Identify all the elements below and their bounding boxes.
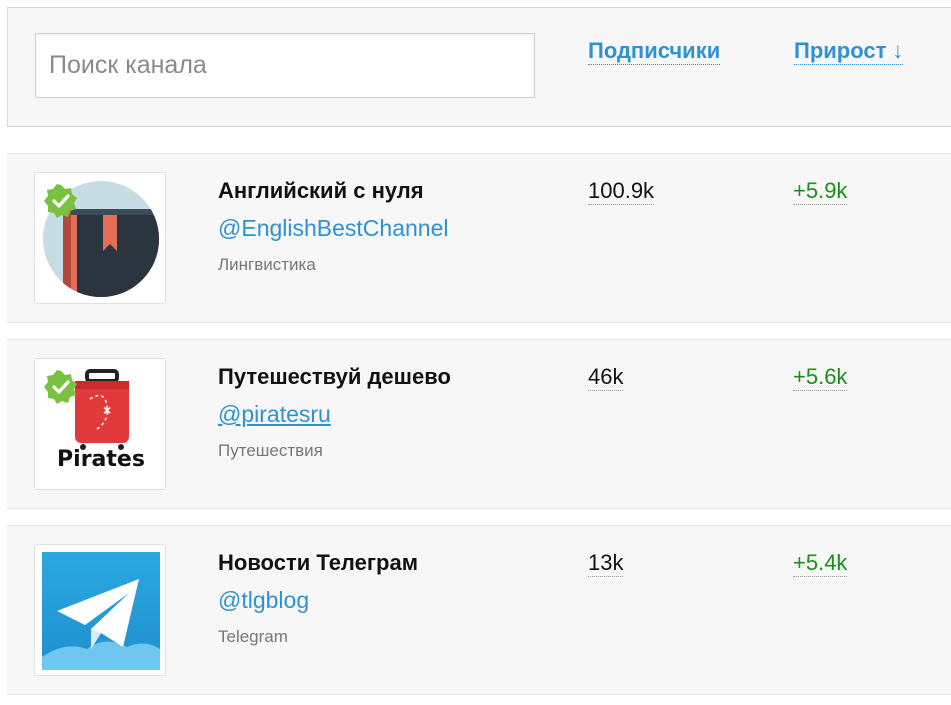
sort-down-arrow-icon: ↓ (892, 38, 904, 63)
channel-title[interactable]: Путешествуй дешево (218, 364, 451, 390)
pirates-logo-text: Pirates (57, 447, 145, 472)
channel-avatar[interactable] (34, 172, 166, 304)
search-input[interactable] (35, 33, 535, 98)
sort-growth-label: Прирост (794, 38, 887, 63)
channel-handle-link[interactable]: @tlgblog (218, 587, 309, 614)
channel-title[interactable]: Новости Телеграм (218, 550, 418, 576)
telegram-plane-icon (42, 552, 160, 670)
subscribers-count: 13k (588, 550, 624, 577)
search-header: Подписчики Прирост↓ (7, 7, 951, 127)
channel-avatar[interactable]: × Pirates (34, 358, 166, 490)
subscribers-count: 100.9k (588, 178, 655, 205)
subscribers-count: 46k (588, 364, 624, 391)
growth-value: +5.9k (793, 178, 848, 205)
verified-badge-icon (44, 184, 77, 218)
channel-category[interactable]: Лингвистика (218, 255, 316, 275)
sort-subscribers-link[interactable]: Подписчики (588, 38, 721, 65)
channel-category[interactable]: Путешествия (218, 441, 323, 461)
verified-badge-icon (44, 370, 77, 404)
channel-title[interactable]: Английский с нуля (218, 178, 424, 204)
channel-handle-link[interactable]: @piratesru (218, 401, 331, 428)
channel-row[interactable]: × Pirates Путешествуй дешево @piratesru … (7, 339, 951, 509)
channel-category[interactable]: Telegram (218, 627, 288, 647)
growth-value: +5.4k (793, 550, 848, 577)
svg-text:×: × (103, 402, 111, 418)
channel-row[interactable]: Английский с нуля @EnglishBestChannel Ли… (7, 153, 951, 323)
sort-growth-link[interactable]: Прирост ↓ (794, 38, 904, 65)
growth-value: +5.6k (793, 364, 848, 391)
channel-row[interactable]: Новости Телеграм @tlgblog Telegram 13k +… (7, 525, 951, 695)
channel-handle-link[interactable]: @EnglishBestChannel (218, 215, 448, 242)
channel-avatar[interactable] (34, 544, 166, 676)
